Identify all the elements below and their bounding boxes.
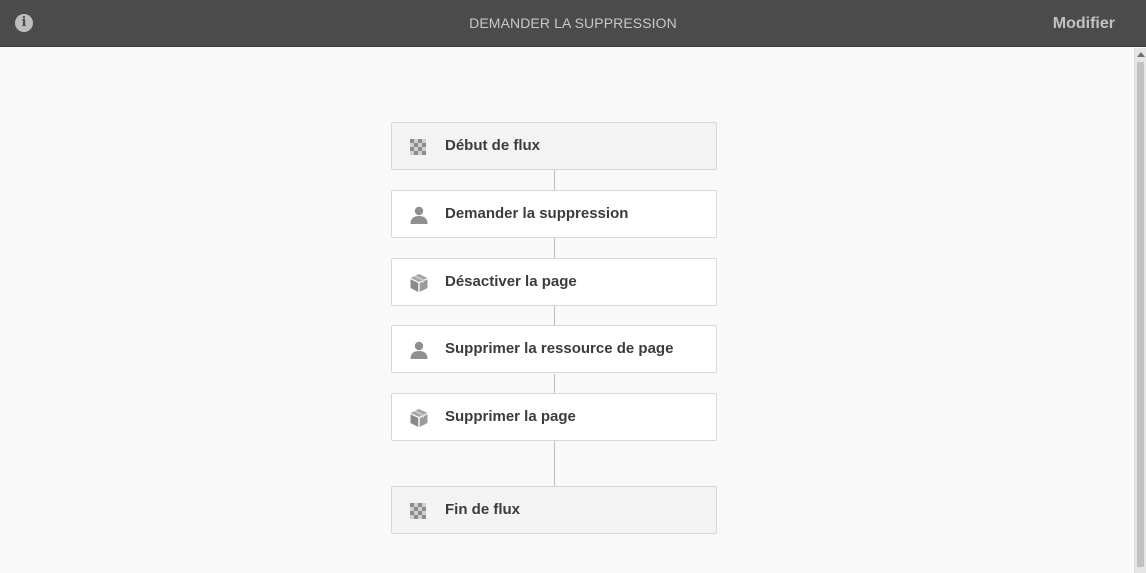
workflow-canvas: Début de flux Demander la suppression Dé… bbox=[0, 48, 1134, 573]
connector-line bbox=[554, 441, 555, 486]
workflow-step-deactivate-page[interactable]: Désactiver la page bbox=[391, 258, 717, 306]
cube-process-icon bbox=[410, 274, 428, 292]
vertical-scrollbar[interactable] bbox=[1134, 48, 1146, 573]
workflow-step-flow-end[interactable]: Fin de flux bbox=[391, 486, 717, 534]
flag-checkered-icon bbox=[410, 139, 426, 155]
workflow-step-flow-start[interactable]: Début de flux bbox=[391, 122, 717, 170]
workflow-step-label: Supprimer la ressource de page bbox=[445, 340, 674, 357]
workflow-step-label: Début de flux bbox=[445, 137, 541, 154]
workflow-step-delete-page[interactable]: Supprimer la page bbox=[391, 393, 717, 441]
user-icon bbox=[410, 206, 428, 224]
connector-line bbox=[554, 170, 555, 190]
flag-checkered-icon bbox=[410, 503, 426, 519]
scrollbar-thumb[interactable] bbox=[1137, 62, 1144, 567]
user-icon bbox=[410, 341, 428, 359]
workflow-step-label: Supprimer la page bbox=[445, 408, 576, 425]
page-title: DEMANDER LA SUPPRESSION bbox=[469, 15, 677, 31]
cube-process-icon bbox=[410, 409, 428, 427]
connector-line bbox=[554, 374, 555, 393]
workflow-step-request-deletion[interactable]: Demander la suppression bbox=[391, 190, 717, 238]
workflow-step-label: Désactiver la page bbox=[445, 273, 577, 290]
workflow-step-delete-page-resource[interactable]: Supprimer la ressource de page bbox=[391, 325, 717, 373]
connector-line bbox=[554, 306, 555, 325]
connector-line bbox=[554, 238, 555, 258]
edit-button[interactable]: Modifier bbox=[1053, 0, 1115, 47]
scroll-up-arrow-icon[interactable] bbox=[1137, 52, 1145, 57]
header-bar: i DEMANDER LA SUPPRESSION Modifier bbox=[0, 0, 1146, 47]
workflow-step-label: Fin de flux bbox=[445, 501, 520, 518]
workflow-step-label: Demander la suppression bbox=[445, 205, 629, 222]
